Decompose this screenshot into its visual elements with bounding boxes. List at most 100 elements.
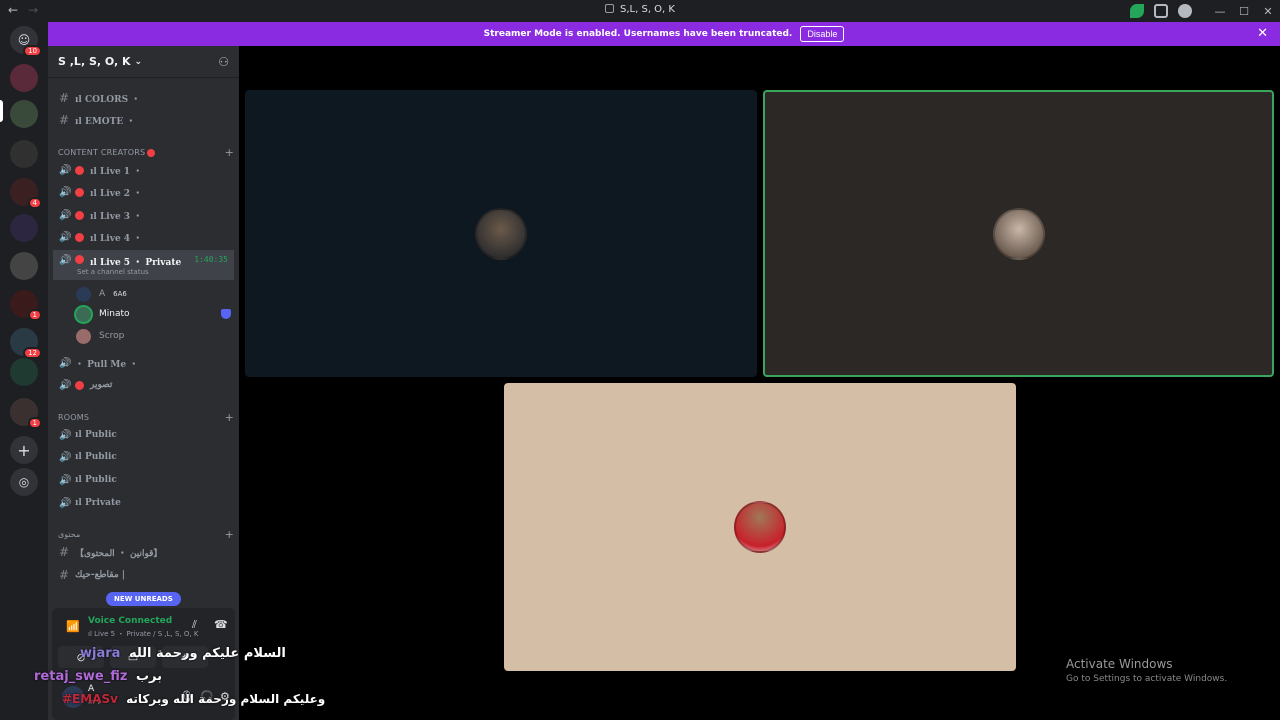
window-title: S,L, S, O, K (0, 4, 1280, 15)
avatar (76, 328, 91, 344)
speaker-icon: 🔊 (59, 429, 72, 441)
voice-channel-live-5[interactable]: 🔊 ıl Live 5 ・ Private 1:40:35 Set a chann… (53, 250, 234, 280)
chat-overlay-line: retaj_swe_fiz برب (34, 669, 162, 684)
speaker-icon: 🔊 (59, 186, 72, 198)
activation-subtitle: Go to Settings to activate Windows. (1066, 674, 1228, 684)
toolbar (1130, 4, 1192, 18)
streamer-mode-banner: Streamer Mode is enabled. Usernames have… (48, 22, 1280, 46)
text-channel-colors[interactable]: # ıl COLORS ・ (53, 88, 234, 108)
hash-icon: # (59, 113, 70, 127)
signal-icon: 📶 (66, 620, 80, 633)
unread-badge: 1 (27, 417, 42, 429)
nitro-leaf-icon[interactable] (1130, 4, 1144, 18)
voice-channel-public[interactable]: 🔊 ıl Public (53, 447, 234, 467)
hash-icon: # (59, 568, 70, 582)
speaker-icon: 🔊 (59, 255, 72, 266)
red-dot-icon (147, 148, 156, 157)
server-folder[interactable] (10, 358, 38, 386)
server-folder[interactable]: 1 (10, 398, 42, 429)
speaker-icon: 🔊 (59, 164, 72, 176)
speaker-icon: 🔊 (59, 231, 72, 243)
server-name: S ,L, S, O, K (58, 55, 131, 68)
speaker-icon: 🔊 (59, 357, 72, 369)
shield-icon (221, 309, 231, 319)
server-folder[interactable]: 1 (10, 290, 42, 321)
voice-connected-status[interactable]: Voice Connected (88, 616, 172, 626)
invite-icon[interactable]: ⚇ (218, 55, 229, 69)
add-channel-icon[interactable]: + (225, 146, 234, 159)
avatar (76, 286, 91, 302)
add-channel-icon[interactable]: + (225, 411, 234, 424)
server-icon (605, 4, 615, 13)
video-tile[interactable] (504, 383, 1016, 671)
voice-channel-pull-me[interactable]: 🔊 ・ Pull Me ・ (53, 353, 234, 373)
voice-channel-public[interactable]: 🔊 ıl Public (53, 470, 234, 490)
chat-overlay-line: #EMASv وعليكم السلام ورحمة الله وبركاته (62, 692, 325, 706)
category-content[interactable]: محتوى + (58, 528, 234, 541)
text-channel-rules[interactable]: # 【قوانين ・ المحتوى】 (53, 542, 234, 562)
category-rooms[interactable]: ROOMS + (58, 411, 234, 424)
disable-button[interactable]: Disable (800, 26, 845, 42)
video-tile-speaking[interactable] (763, 90, 1274, 377)
new-unreads-pill[interactable]: NEW UNREADS (106, 592, 181, 606)
chat-username: wjara (80, 646, 121, 661)
voice-channel-live-1[interactable]: 🔊 ıl Live 1 ・ (53, 160, 234, 180)
hash-icon: # (59, 91, 70, 105)
server-folder[interactable] (10, 140, 38, 168)
voice-channel-private[interactable]: 🔊 ıl Private (53, 493, 234, 513)
inbox-icon[interactable] (1154, 4, 1168, 18)
voice-user[interactable]: Minato (76, 304, 231, 324)
close-icon[interactable]: ✕ (1257, 26, 1268, 41)
category-content-creators[interactable]: CONTENT CREATORS + (58, 146, 234, 159)
server-header[interactable]: S ,L, S, O, K ⌄ ⚇ (48, 46, 239, 78)
add-server-button[interactable]: + (10, 436, 38, 464)
red-dot-icon (75, 187, 84, 197)
voice-channel-photo[interactable]: 🔊 تصوير (53, 375, 234, 395)
red-dot-icon (75, 232, 84, 242)
minimize-button[interactable]: — (1208, 5, 1232, 18)
close-window-button[interactable]: ✕ (1256, 5, 1280, 18)
channel-sidebar: S ,L, S, O, K ⌄ ⚇ # ıl COLORS ・ # ıl EMOTE… (48, 46, 239, 720)
voice-channel-public[interactable]: 🔊 ıl Public (53, 425, 234, 445)
speaker-icon: 🔊 (59, 474, 72, 486)
discover-button[interactable]: ◎ (10, 468, 38, 496)
chat-message: برب (135, 669, 163, 684)
server-folder[interactable] (10, 64, 38, 92)
video-tile[interactable] (245, 90, 757, 377)
chat-overlay-line: wjara السلام عليكم ورحمة الله (80, 646, 286, 661)
voice-channel-live-4[interactable]: 🔊 ıl Live 4 ・ (53, 227, 234, 247)
chat-message: وعليكم السلام ورحمة الله وبركاته (126, 692, 326, 706)
server-rail: ☺ 10 4 1 12 1 + ◎ (0, 22, 48, 720)
channel-status[interactable]: Set a channel status (77, 268, 149, 276)
server-folder[interactable]: 12 (10, 328, 42, 359)
noise-suppression-icon[interactable]: ⫽ (192, 618, 197, 632)
banner-text: Streamer Mode is enabled. Usernames have… (483, 29, 793, 39)
server-folder[interactable] (10, 214, 38, 242)
add-channel-icon[interactable]: + (225, 528, 234, 541)
maximize-button[interactable]: ☐ (1232, 5, 1256, 18)
hash-icon: # (59, 545, 70, 559)
voice-user[interactable]: A 6A6 (76, 284, 231, 304)
red-dot-icon (75, 380, 84, 390)
chat-username: #EMASv (62, 692, 118, 706)
disconnect-icon[interactable]: ☎ (214, 618, 228, 631)
server-folder[interactable]: 4 (10, 178, 42, 209)
speaker-icon: 🔊 (59, 497, 72, 509)
voice-channel-live-2[interactable]: 🔊 ıl Live 2 ・ (53, 182, 234, 202)
voice-channel-path[interactable]: ıl Live 5 ・ Private / S ,L, S, O, K (88, 629, 198, 639)
title-bar: ← → S,L, S, O, K — ☐ ✕ (0, 0, 1280, 22)
selected-pill (0, 100, 3, 122)
window-controls: — ☐ ✕ (1208, 0, 1280, 22)
voice-channel-live-3[interactable]: 🔊 ıl Live 3 ・ (53, 205, 234, 225)
help-icon[interactable] (1178, 4, 1192, 18)
avatar (76, 306, 91, 322)
text-channel-clips[interactable]: # مقاطع-حيك | (53, 565, 234, 585)
chat-username: retaj_swe_fiz (34, 669, 128, 684)
speaker-icon: 🔊 (59, 209, 72, 221)
text-channel-emote[interactable]: # ıl EMOTE ・ (53, 110, 234, 130)
unread-badge: 4 (27, 197, 42, 209)
home-button[interactable]: ☺ 10 (10, 26, 42, 57)
server-folder[interactable] (10, 100, 38, 128)
voice-user[interactable]: Scrop (76, 326, 231, 346)
server-folder[interactable] (10, 252, 38, 280)
